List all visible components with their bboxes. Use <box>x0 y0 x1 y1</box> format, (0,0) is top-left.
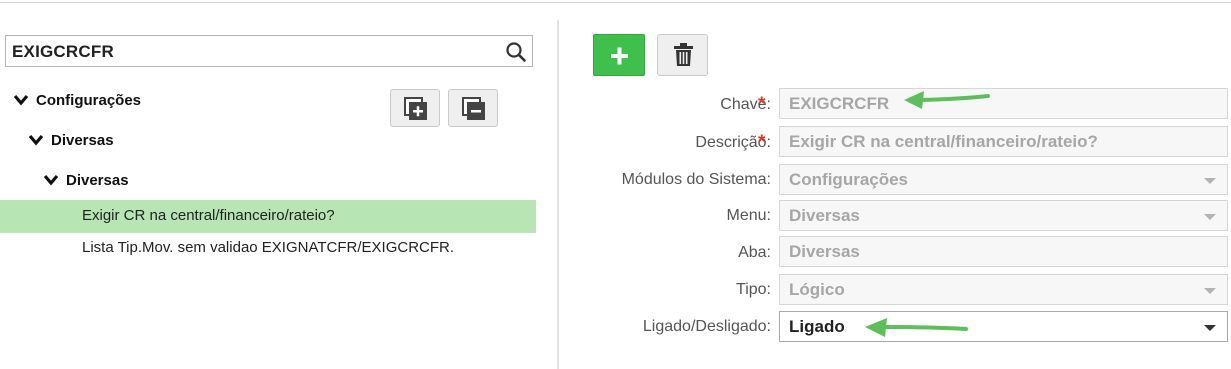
aba-label: Aba: <box>738 244 771 261</box>
tree-leaf-label: Lista Tip.Mov. sem validao EXIGNATCFR/EX… <box>82 239 455 256</box>
tree-node-configuracoes[interactable]: Configurações <box>13 92 141 109</box>
tree-leaf-exigir-cr[interactable]: Exigir CR na central/financeiro/rateio? <box>0 200 536 233</box>
chevron-down-icon[interactable] <box>43 174 59 186</box>
ligado-value: Ligado <box>789 317 845 336</box>
top-divider <box>0 2 1231 3</box>
trash-icon <box>674 43 693 66</box>
ligado-select[interactable]: Ligado <box>779 311 1228 342</box>
tree-node-diversas-sub[interactable]: Diversas <box>43 172 129 189</box>
plus-icon <box>611 47 628 65</box>
search-input[interactable]: EXIGCRCFR <box>5 35 533 67</box>
chave-field[interactable]: EXIGCRCFR <box>779 88 1228 119</box>
search-icon[interactable] <box>505 41 527 63</box>
tree-leaf-label: Exigir CR na central/financeiro/rateio? <box>82 207 335 224</box>
menu-select[interactable]: Diversas <box>779 200 1228 231</box>
required-marker: * <box>758 132 766 153</box>
tipo-select[interactable]: Lógico <box>779 274 1228 305</box>
expand-all-icon <box>404 97 427 120</box>
modulos-label: Módulos do Sistema: <box>621 171 771 188</box>
descricao-value: Exigir CR na central/financeiro/rateio? <box>789 132 1098 151</box>
tree-node-label: Diversas <box>51 132 114 149</box>
modulos-select[interactable]: Configurações <box>779 164 1228 195</box>
add-button[interactable] <box>593 34 645 76</box>
caret-down-icon <box>1204 178 1216 184</box>
annotation-arrow-icon <box>904 91 990 109</box>
annotation-arrow-icon <box>865 318 968 337</box>
menu-label: Menu: <box>726 207 771 224</box>
aba-value: Diversas <box>789 242 860 261</box>
aba-field[interactable]: Diversas <box>779 236 1228 267</box>
ligado-label: Ligado/Desligado: <box>642 318 771 335</box>
tipo-label: Tipo: <box>736 281 771 298</box>
panel-splitter[interactable] <box>557 20 559 369</box>
tipo-value: Lógico <box>789 280 845 299</box>
tree-leaf-lista-tip-mov[interactable]: Lista Tip.Mov. sem validao EXIGNATCFR/EX… <box>0 232 536 265</box>
descricao-field[interactable]: Exigir CR na central/financeiro/rateio? <box>779 126 1228 157</box>
caret-down-icon <box>1204 214 1216 220</box>
caret-down-icon <box>1204 325 1216 331</box>
menu-value: Diversas <box>789 206 860 225</box>
collapse-all-icon <box>462 97 485 120</box>
search-input-value: EXIGCRCFR <box>12 42 114 61</box>
chave-value: EXIGCRCFR <box>789 94 890 113</box>
modulos-value: Configurações <box>789 170 909 189</box>
tree-node-label: Configurações <box>36 92 142 109</box>
collapse-all-button[interactable] <box>448 89 498 127</box>
tree-node-label: Diversas <box>66 172 129 189</box>
tree-node-diversas[interactable]: Diversas <box>28 132 114 149</box>
required-marker: * <box>758 94 766 115</box>
delete-button[interactable] <box>657 34 708 76</box>
chevron-down-icon[interactable] <box>13 94 29 106</box>
expand-all-button[interactable] <box>390 89 440 127</box>
caret-down-icon <box>1204 288 1216 294</box>
chevron-down-icon[interactable] <box>28 134 44 146</box>
